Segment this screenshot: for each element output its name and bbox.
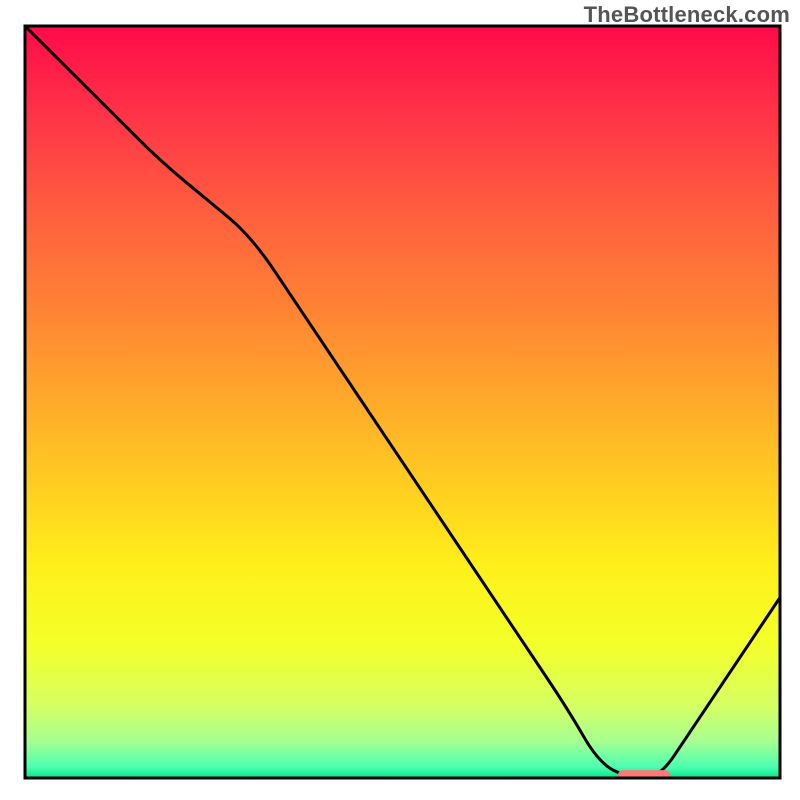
watermark-text: TheBottleneck.com	[584, 2, 790, 28]
chart-canvas: TheBottleneck.com	[0, 0, 800, 800]
optimal-marker	[618, 770, 671, 781]
bottleneck-plot	[0, 0, 800, 800]
